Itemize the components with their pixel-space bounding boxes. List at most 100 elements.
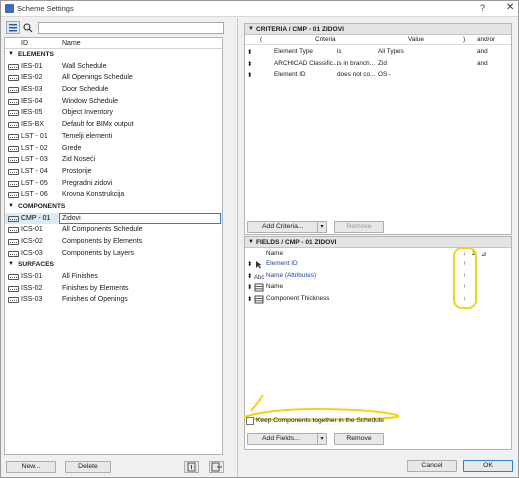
- scheme-row[interactable]: LST - 03 Zid Noseći: [5, 154, 222, 166]
- add-criteria-dropdown[interactable]: ▾: [317, 221, 327, 233]
- scheme-id: ISS-01: [21, 273, 43, 281]
- schedule-icon: [8, 157, 19, 164]
- list-view-icon: [9, 24, 17, 32]
- export-button[interactable]: [209, 461, 224, 473]
- list-header: ID Name: [5, 38, 222, 49]
- scheme-name: Finishes by Elements: [62, 284, 129, 292]
- ok-button[interactable]: OK: [463, 460, 513, 472]
- scheme-id: IES-BX: [21, 121, 44, 129]
- scheme-row[interactable]: LST - 04 Prostorije: [5, 166, 222, 178]
- close-button[interactable]: ✕: [506, 2, 514, 13]
- scheme-row[interactable]: LST - 01 Temelji elementi: [5, 131, 222, 143]
- pane-divider[interactable]: [237, 18, 238, 477]
- category-surfaces[interactable]: ▼ SURFACES: [5, 259, 222, 271]
- id-column-header[interactable]: ID: [21, 40, 28, 47]
- rename-field[interactable]: [59, 212, 221, 224]
- new-scheme-button[interactable]: New...: [6, 461, 56, 473]
- scheme-name: Grede: [62, 144, 82, 152]
- chevron-down-icon: ▾: [320, 224, 324, 230]
- scheme-row[interactable]: ICS-02 Components by Elements: [5, 236, 222, 248]
- drag-handle-icon[interactable]: ⬍: [247, 71, 252, 79]
- remove-field-button[interactable]: Remove: [334, 433, 384, 445]
- name-column-header[interactable]: Name: [62, 40, 81, 47]
- criteria-andor: and: [477, 48, 488, 55]
- add-fields-dropdown[interactable]: ▾: [317, 433, 327, 445]
- drag-handle-icon[interactable]: ⬍: [247, 48, 252, 56]
- scheme-row[interactable]: ISS-01 All Finishes: [5, 271, 222, 283]
- drag-handle-icon[interactable]: ⬍: [247, 272, 252, 280]
- criteria-row[interactable]: ⬍ Element Type is All Types and: [245, 47, 511, 59]
- scheme-id: IES-02: [21, 74, 43, 82]
- criteria-row[interactable]: ⬍ ARCHICAD Classific... is in branch... Zid…: [245, 59, 511, 71]
- drag-handle-icon[interactable]: ⬍: [247, 283, 252, 291]
- scheme-row[interactable]: IES-01 Wall Schedule: [5, 61, 222, 73]
- scheme-row[interactable]: IES-04 Window Schedule: [5, 96, 222, 108]
- help-button[interactable]: ?: [480, 3, 485, 13]
- annotation-highlight-checkbox: [243, 394, 400, 421]
- add-criteria-button[interactable]: Add Criteria...: [247, 221, 319, 233]
- settings-column-icon[interactable]: ⊿: [481, 250, 486, 258]
- list-view-toggle-button[interactable]: [6, 21, 20, 34]
- fields-header[interactable]: ▼ FIELDS / CMP - 01 ZIDOVI: [245, 237, 511, 248]
- list-toolbar: [4, 19, 229, 37]
- category-elements[interactable]: ▼ ELEMENTS: [5, 49, 222, 61]
- criteria-value: OS -: [378, 71, 392, 78]
- cancel-button[interactable]: Cancel: [407, 460, 457, 472]
- scheme-row[interactable]: ISS-02 Finishes by Elements: [5, 283, 222, 295]
- field-name: Component Thickness: [266, 294, 330, 302]
- import-button[interactable]: [184, 461, 199, 473]
- scheme-name: Pregradni zidovi: [62, 179, 113, 187]
- scheme-id: ISS-03: [21, 296, 43, 304]
- schedule-icon: [8, 180, 19, 187]
- keep-components-checkbox[interactable]: [246, 417, 254, 425]
- scheme-row[interactable]: ISS-03 Finishes of Openings: [5, 294, 222, 306]
- scheme-row[interactable]: ICS-03 Components by Layers: [5, 248, 222, 260]
- field-name: Name: [266, 283, 284, 290]
- collapse-arrow-icon: ▼: [8, 202, 14, 209]
- scheme-id: ICS-02: [21, 238, 43, 245]
- name-column-header: Name: [266, 250, 284, 257]
- scheme-name: Wall Schedule: [62, 62, 107, 70]
- scheme-settings-window: Scheme Settings ? ✕ ID Name ▼ ELEMENTS I…: [0, 0, 519, 478]
- criteria-column-headers: ( Criteria Value ) and/or: [245, 35, 511, 45]
- remove-criteria-button[interactable]: Remove: [334, 221, 384, 233]
- import-icon: [187, 462, 196, 472]
- scheme-row[interactable]: LST - 05 Pregradni zidovi: [5, 178, 222, 190]
- search-button[interactable]: [21, 21, 35, 34]
- drag-handle-icon[interactable]: ⬍: [247, 60, 252, 68]
- category-label: ELEMENTS: [18, 51, 54, 58]
- add-fields-button[interactable]: Add Fields...: [247, 433, 319, 445]
- category-components[interactable]: ▼ COMPONENTS: [5, 201, 222, 213]
- drag-handle-icon[interactable]: ⬍: [247, 260, 252, 268]
- scheme-name: Temelji elementi: [62, 132, 113, 140]
- scheme-name: Window Schedule: [62, 97, 119, 105]
- scheme-row[interactable]: IES-BX Default for BIMx output: [5, 119, 222, 131]
- window-title: Scheme Settings: [17, 4, 74, 13]
- scheme-list-pane: ID Name ▼ ELEMENTS IES-01 Wall Schedule IE…: [4, 19, 229, 476]
- scheme-id: ICS-03: [21, 249, 43, 257]
- criteria-header[interactable]: ▼ CRITERIA / CMP - 01 ZIDOVI: [245, 24, 511, 35]
- schedule-icon: [8, 285, 19, 292]
- criteria-title: CRITERIA / CMP - 01 ZIDOVI: [256, 26, 344, 33]
- drag-handle-icon[interactable]: ⬍: [247, 295, 252, 303]
- layers-icon: [254, 295, 264, 306]
- collapse-arrow-icon: ▼: [248, 26, 254, 32]
- schedule-icon: [8, 98, 19, 105]
- scheme-row[interactable]: ICS-01 All Components Schedule: [5, 224, 222, 236]
- delete-scheme-button[interactable]: Delete: [65, 461, 111, 473]
- scheme-row[interactable]: IES-03 Door Schedule: [5, 84, 222, 96]
- scheme-row[interactable]: IES-02 All Openings Schedule: [5, 72, 222, 84]
- scheme-row[interactable]: LST - 06 Krovna Konstrukcija: [5, 189, 222, 201]
- svg-text:Abc: Abc: [254, 275, 264, 281]
- scheme-row[interactable]: IES-05 Object Inventory: [5, 107, 222, 119]
- annotation-highlight-sort-column: [453, 247, 477, 309]
- criteria-field: Element Type: [274, 48, 313, 55]
- scheme-name: Krovna Konstrukcija: [62, 191, 125, 199]
- criteria-row[interactable]: ⬍ Element ID does not co... OS -: [245, 70, 511, 82]
- scheme-name: All Components Schedule: [62, 226, 143, 234]
- arrow-icon: [254, 260, 263, 271]
- scheme-row[interactable]: CMP - 01 Zidovi: [5, 212, 222, 225]
- search-input[interactable]: [38, 22, 224, 34]
- criteria-operator: does not co...: [337, 71, 376, 78]
- scheme-row[interactable]: LST - 02 Grede: [5, 143, 222, 155]
